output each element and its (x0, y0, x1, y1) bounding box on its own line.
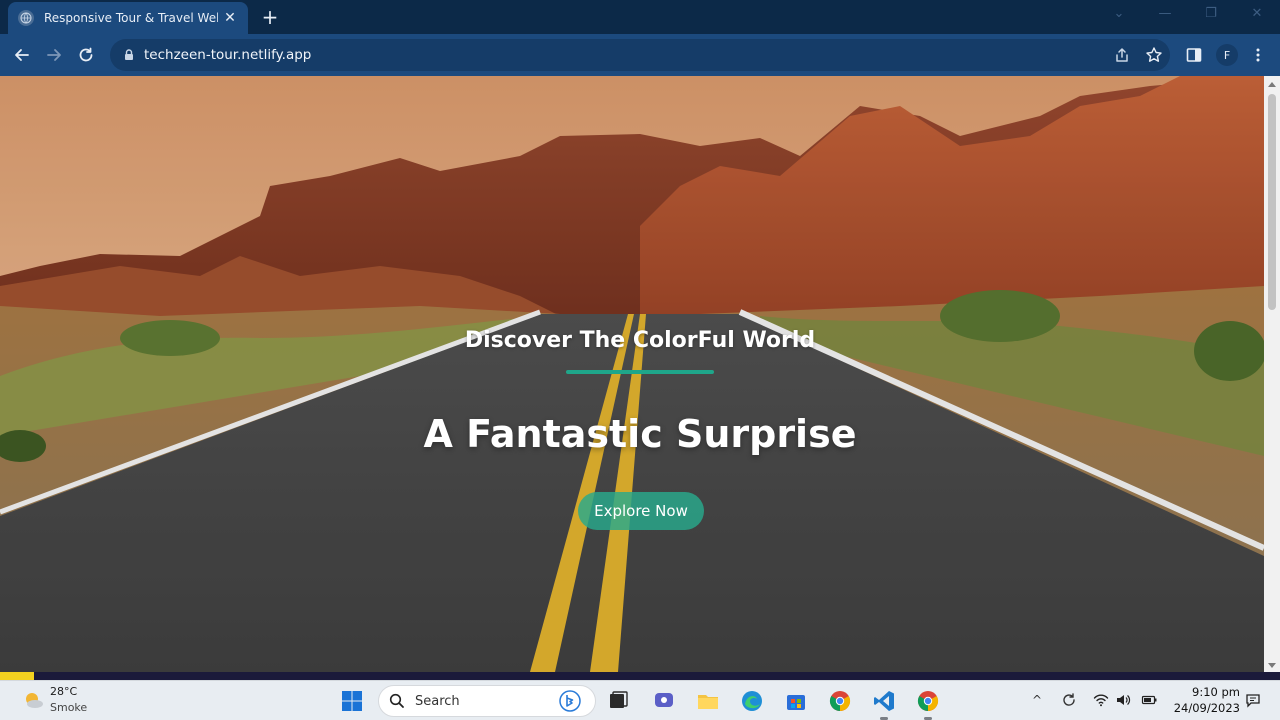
browser-toolbar: techzeen-tour.netlify.app F (0, 34, 1280, 76)
chat-icon (655, 693, 673, 707)
chrome-button[interactable] (824, 685, 856, 717)
store-icon (787, 695, 805, 710)
scroll-up-arrow-icon[interactable] (1268, 82, 1276, 87)
profile-avatar[interactable]: F (1216, 44, 1238, 66)
back-button[interactable] (10, 43, 34, 67)
new-tab-button[interactable]: + (258, 6, 282, 28)
windows-logo-icon (342, 691, 362, 711)
page-bottom-strip-accent (0, 672, 34, 680)
share-icon (1116, 48, 1128, 62)
browser-tab[interactable]: Responsive Tour & Travel Website ✕ (8, 2, 248, 34)
arrow-right-icon (47, 49, 61, 61)
star-icon (1146, 47, 1162, 62)
show-hidden-icons-chevron-icon[interactable]: ^ (1028, 691, 1046, 709)
volume-icon[interactable] (1114, 691, 1132, 709)
reload-icon (79, 47, 93, 62)
task-view-button[interactable] (602, 685, 634, 717)
chrome-active-button[interactable] (912, 685, 944, 717)
chrome-icon (917, 691, 939, 712)
chrome-icon (829, 691, 851, 712)
menu-button[interactable] (1248, 45, 1268, 65)
side-panel-button[interactable] (1184, 45, 1204, 65)
vscode-icon (874, 691, 894, 711)
weather-widget[interactable]: 28°C Smoke (18, 683, 108, 719)
kebab-menu-icon (1256, 48, 1260, 62)
hero-subtitle-underline (566, 370, 714, 374)
minimize-button[interactable]: — (1150, 6, 1180, 26)
tab-search-chevron-icon[interactable]: ⌄ (1104, 6, 1134, 26)
tab-title: Responsive Tour & Travel Website (44, 11, 218, 25)
weather-condition: Smoke (50, 701, 88, 714)
system-clock[interactable]: 9:10 pm 24/09/2023 (1170, 684, 1240, 716)
bing-icon[interactable] (559, 690, 581, 712)
weather-sun-icon (26, 693, 43, 708)
edge-browser-button[interactable] (736, 685, 768, 717)
close-window-button[interactable]: ✕ (1242, 6, 1272, 26)
tab-close-icon[interactable]: ✕ (222, 10, 238, 26)
explore-now-button[interactable]: Explore Now (578, 492, 704, 530)
edge-icon (742, 691, 762, 711)
scroll-down-arrow-icon[interactable] (1268, 663, 1276, 668)
address-bar[interactable]: techzeen-tour.netlify.app (110, 39, 1170, 71)
restore-button[interactable]: ❐ (1196, 6, 1226, 26)
browser-titlebar: Responsive Tour & Travel Website ✕ + ⌄ —… (0, 0, 1280, 34)
taskbar-search-box[interactable]: Search (378, 685, 596, 717)
task-view-icon (610, 691, 628, 708)
vscode-button[interactable] (868, 685, 900, 717)
share-button[interactable] (1112, 45, 1132, 65)
search-icon (389, 693, 404, 708)
battery-icon[interactable] (1140, 691, 1158, 709)
sync-tray-icon[interactable] (1060, 691, 1078, 709)
file-explorer-button[interactable] (692, 685, 724, 717)
page-scrollbar[interactable] (1264, 76, 1280, 672)
hero-title: A Fantastic Surprise (423, 412, 857, 456)
arrow-left-icon (15, 49, 29, 61)
page-bottom-strip (0, 672, 1280, 680)
scrollbar-thumb[interactable] (1268, 94, 1276, 310)
url-text: techzeen-tour.netlify.app (144, 47, 312, 63)
teams-chat-button[interactable] (648, 685, 680, 717)
notifications-icon[interactable] (1244, 691, 1262, 709)
clock-date: 24/09/2023 (1173, 701, 1240, 715)
page-viewport: Discover The ColorFul World A Fantastic … (0, 76, 1264, 672)
reload-button[interactable] (74, 43, 98, 67)
windows-taskbar: 28°C Smoke Search ^ 9:10 pm 24/09/2023 (0, 680, 1280, 720)
taskbar-search-placeholder: Search (415, 693, 460, 709)
microsoft-store-button[interactable] (780, 685, 812, 717)
lock-icon (125, 49, 133, 60)
wifi-icon[interactable] (1092, 691, 1110, 709)
side-panel-icon (1186, 48, 1202, 62)
hero-section: Discover The ColorFul World A Fantastic … (0, 76, 1264, 672)
forward-button[interactable] (42, 43, 66, 67)
hero-subtitle: Discover The ColorFul World (464, 328, 816, 353)
bookmark-button[interactable] (1144, 45, 1164, 65)
globe-icon (18, 10, 34, 26)
folder-icon (698, 695, 718, 709)
clock-time: 9:10 pm (1192, 685, 1240, 699)
start-button[interactable] (336, 685, 368, 717)
weather-temperature: 28°C (50, 685, 78, 698)
